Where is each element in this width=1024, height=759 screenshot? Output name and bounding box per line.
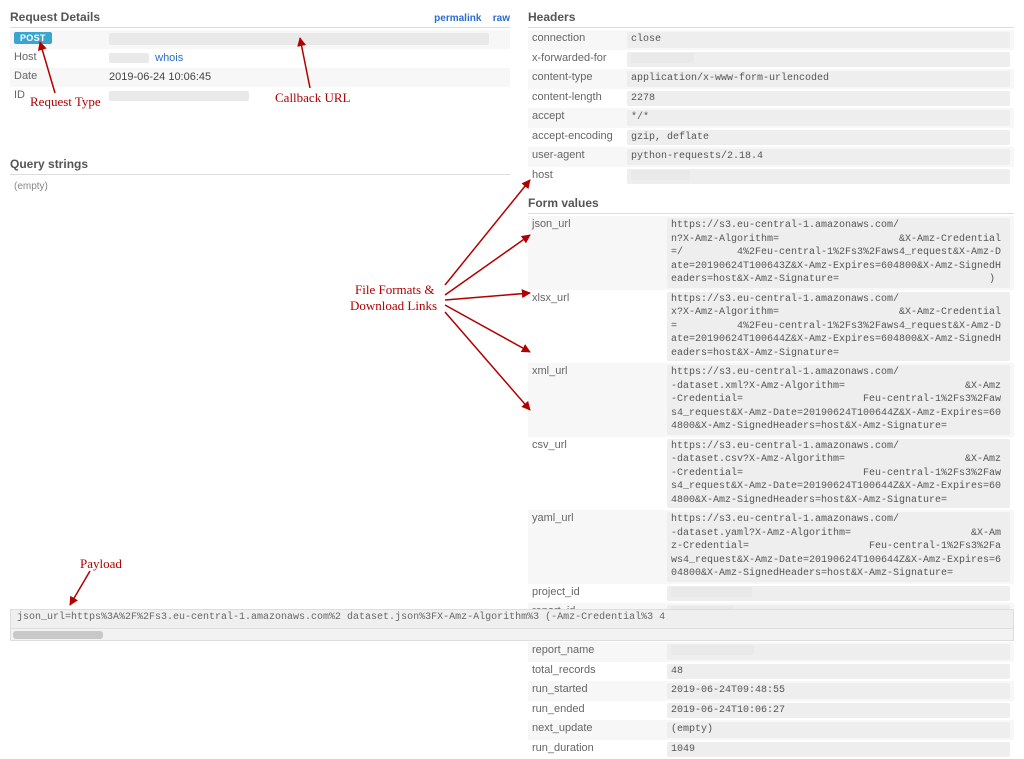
form-row: report_name bbox=[528, 642, 1014, 662]
form-key: report_name bbox=[532, 644, 667, 656]
query-strings-empty: (empty) bbox=[10, 177, 510, 196]
id-row: ID bbox=[10, 87, 510, 106]
form-value: https://s3.eu-central-1.amazonaws.com/ -… bbox=[667, 439, 1010, 509]
header-key: user-agent bbox=[532, 149, 627, 161]
date-row: Date 2019-06-24 10:06:45 bbox=[10, 68, 510, 87]
header-key: accept bbox=[532, 110, 627, 122]
form-value: (empty) bbox=[667, 722, 1010, 738]
whois-link[interactable]: whois bbox=[155, 52, 183, 64]
header-key: connection bbox=[532, 32, 627, 44]
header-row: host bbox=[528, 167, 1014, 187]
form-row: run_started2019-06-24T09:48:55 bbox=[528, 681, 1014, 701]
scrollbar-thumb[interactable] bbox=[13, 631, 103, 639]
form-key: xml_url bbox=[532, 365, 667, 377]
form-row: xml_urlhttps://s3.eu-central-1.amazonaws… bbox=[528, 363, 1014, 437]
form-value bbox=[667, 586, 1010, 602]
form-key: csv_url bbox=[532, 439, 667, 451]
form-value: https://s3.eu-central-1.amazonaws.com/ -… bbox=[667, 365, 1010, 435]
method-badge: POST bbox=[14, 32, 52, 44]
form-row: run_duration1049 bbox=[528, 740, 1014, 759]
header-value: gzip, deflate bbox=[627, 130, 1010, 146]
form-values-rows: json_urlhttps://s3.eu-central-1.amazonaw… bbox=[528, 216, 1014, 759]
form-row: yaml_urlhttps://s3.eu-central-1.amazonaw… bbox=[528, 510, 1014, 584]
host-row: Host whois bbox=[10, 49, 510, 68]
header-key: content-length bbox=[532, 91, 627, 103]
form-value: https://s3.eu-central-1.amazonaws.com/ x… bbox=[667, 292, 1010, 362]
form-key: run_ended bbox=[532, 703, 667, 715]
header-key: host bbox=[532, 169, 627, 181]
form-row: next_update(empty) bbox=[528, 720, 1014, 740]
header-row: content-length2278 bbox=[528, 89, 1014, 109]
section-title: Query strings bbox=[10, 157, 88, 171]
section-title: Form values bbox=[528, 196, 599, 210]
header-value bbox=[627, 169, 1010, 185]
header-value: python-requests/2.18.4 bbox=[627, 149, 1010, 165]
id-redacted bbox=[109, 91, 249, 101]
form-key: total_records bbox=[532, 664, 667, 676]
section-request-details: Request Details permalink raw bbox=[10, 6, 510, 28]
detail-links: permalink raw bbox=[426, 10, 510, 24]
payload-scrollbar[interactable] bbox=[10, 629, 1014, 641]
form-key: xlsx_url bbox=[532, 292, 667, 304]
section-title: Request Details bbox=[10, 10, 100, 24]
payload-area: json_url=https%3A%2F%2Fs3.eu-central-1.a… bbox=[10, 609, 1014, 641]
form-key: json_url bbox=[532, 218, 667, 230]
callback-url-redacted bbox=[109, 33, 489, 45]
section-title: Headers bbox=[528, 10, 575, 24]
header-row: user-agentpython-requests/2.18.4 bbox=[528, 147, 1014, 167]
permalink-link[interactable]: permalink bbox=[434, 13, 481, 24]
header-row: accept*/* bbox=[528, 108, 1014, 128]
form-key: run_started bbox=[532, 683, 667, 695]
header-key: content-type bbox=[532, 71, 627, 83]
form-row: xlsx_urlhttps://s3.eu-central-1.amazonaw… bbox=[528, 290, 1014, 364]
section-headers: Headers bbox=[528, 6, 1014, 28]
header-row: x-forwarded-for bbox=[528, 50, 1014, 70]
form-value: 48 bbox=[667, 664, 1010, 680]
form-value: https://s3.eu-central-1.amazonaws.com/ n… bbox=[667, 218, 1010, 288]
method-row: POST bbox=[10, 30, 510, 49]
form-value: 1049 bbox=[667, 742, 1010, 758]
header-value: */* bbox=[627, 110, 1010, 126]
date-value: 2019-06-24 10:06:45 bbox=[109, 70, 506, 85]
form-row: project_id bbox=[528, 584, 1014, 604]
header-key: x-forwarded-for bbox=[532, 52, 627, 64]
host-redacted bbox=[109, 53, 149, 63]
form-value: 2019-06-24T09:48:55 bbox=[667, 683, 1010, 699]
form-value: https://s3.eu-central-1.amazonaws.com/ -… bbox=[667, 512, 1010, 582]
form-value: 2019-06-24T10:06:27 bbox=[667, 703, 1010, 719]
form-key: yaml_url bbox=[532, 512, 667, 524]
form-key: project_id bbox=[532, 586, 667, 598]
section-query-strings: Query strings bbox=[10, 153, 510, 175]
header-value: close bbox=[627, 32, 1010, 48]
header-value: application/x-www-form-urlencoded bbox=[627, 71, 1010, 87]
header-key: accept-encoding bbox=[532, 130, 627, 142]
header-value: 2278 bbox=[627, 91, 1010, 107]
host-label: Host bbox=[14, 51, 109, 63]
header-row: accept-encodinggzip, deflate bbox=[528, 128, 1014, 148]
form-row: json_urlhttps://s3.eu-central-1.amazonaw… bbox=[528, 216, 1014, 290]
header-row: content-typeapplication/x-www-form-urlen… bbox=[528, 69, 1014, 89]
form-value bbox=[667, 644, 1010, 660]
id-label: ID bbox=[14, 89, 109, 101]
form-row: csv_urlhttps://s3.eu-central-1.amazonaws… bbox=[528, 437, 1014, 511]
raw-link[interactable]: raw bbox=[493, 13, 510, 24]
headers-rows: connectionclosex-forwarded-forcontent-ty… bbox=[528, 30, 1014, 186]
request-details-rows: POST Host whois Date 2019-06-24 10:06:45… bbox=[10, 30, 510, 105]
form-key: next_update bbox=[532, 722, 667, 734]
header-row: connectionclose bbox=[528, 30, 1014, 50]
date-label: Date bbox=[14, 70, 109, 82]
form-key: run_duration bbox=[532, 742, 667, 754]
form-row: run_ended2019-06-24T10:06:27 bbox=[528, 701, 1014, 721]
header-value bbox=[627, 52, 1010, 68]
section-form-values: Form values bbox=[528, 192, 1014, 214]
form-row: total_records48 bbox=[528, 662, 1014, 682]
payload-text[interactable]: json_url=https%3A%2F%2Fs3.eu-central-1.a… bbox=[10, 609, 1014, 629]
